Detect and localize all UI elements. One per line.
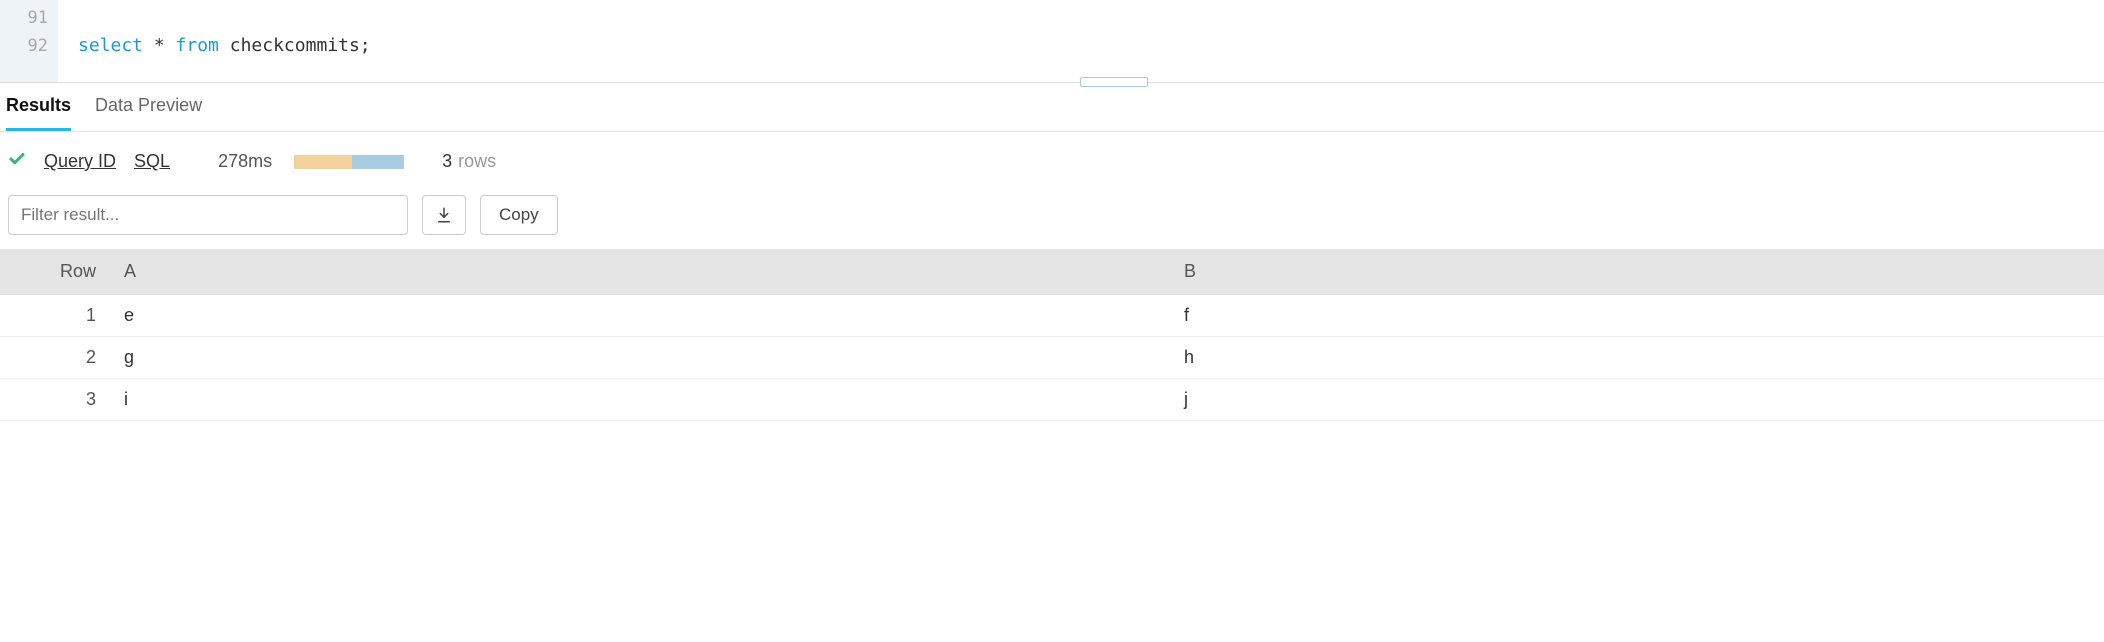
col-header-row[interactable]: Row (0, 249, 110, 295)
col-header-a[interactable]: A (110, 249, 1170, 295)
table-row[interactable]: 1ef (0, 295, 2104, 337)
table-row[interactable]: 3ij (0, 379, 2104, 421)
status-bar: Query ID SQL 278ms 3 rows (0, 132, 2104, 191)
timing-segment (294, 155, 352, 169)
cell-b: h (1170, 337, 2104, 379)
pane-resize-handle[interactable] (1080, 77, 1148, 87)
row-number: 2 (0, 337, 110, 379)
cell-a: g (110, 337, 1170, 379)
filter-input[interactable] (8, 195, 408, 235)
line-gutter: 91 92 (0, 0, 58, 82)
tab-data-preview[interactable]: Data Preview (95, 83, 202, 131)
result-tabs: Results Data Preview (0, 83, 2104, 132)
row-count: 3 (442, 151, 452, 172)
query-duration: 278ms (218, 151, 272, 172)
row-count-label: rows (458, 151, 496, 172)
download-button[interactable] (422, 195, 466, 235)
timing-segment (352, 155, 404, 169)
download-icon (435, 206, 453, 224)
cell-b: j (1170, 379, 2104, 421)
cell-a: e (110, 295, 1170, 337)
cell-a: i (110, 379, 1170, 421)
code-line (78, 4, 2084, 32)
row-number: 3 (0, 379, 110, 421)
success-icon (8, 150, 26, 173)
col-header-b[interactable]: B (1170, 249, 2104, 295)
tab-results[interactable]: Results (6, 83, 71, 131)
results-table: Row A B 1ef2gh3ij (0, 249, 2104, 421)
sql-link[interactable]: SQL (134, 151, 170, 172)
controls-row: Copy (0, 191, 2104, 249)
code-line: select * from checkcommits; (78, 32, 2084, 60)
table-row[interactable]: 2gh (0, 337, 2104, 379)
code-area[interactable]: select * from checkcommits; (58, 0, 2104, 82)
cell-b: f (1170, 295, 2104, 337)
row-number: 1 (0, 295, 110, 337)
query-id-link[interactable]: Query ID (44, 151, 116, 172)
line-number: 91 (10, 4, 48, 32)
timing-bar (294, 155, 404, 169)
line-number: 92 (10, 32, 48, 60)
sql-editor[interactable]: 91 92 select * from checkcommits; (0, 0, 2104, 83)
copy-button[interactable]: Copy (480, 195, 558, 235)
